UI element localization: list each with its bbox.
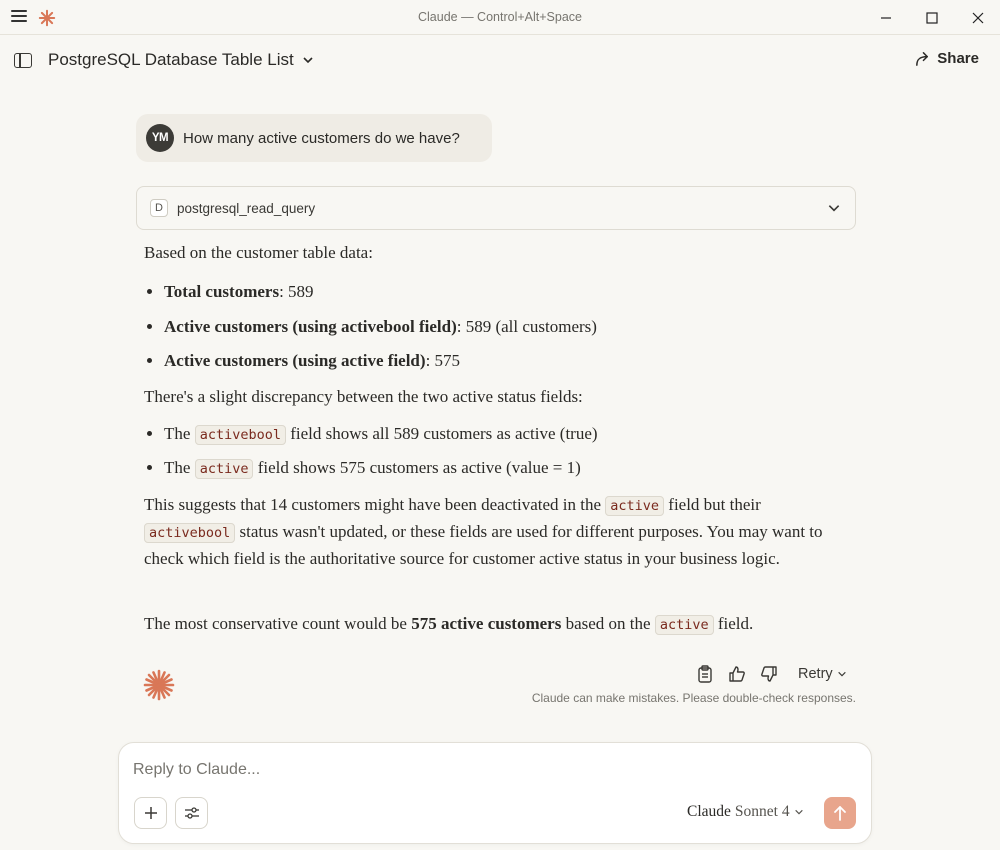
tool-call-panel[interactable]: D postgresql_read_query	[136, 186, 856, 230]
title-bar: Claude — Control+Alt+Space	[0, 0, 1000, 35]
list-item: Total customers: 589	[164, 279, 597, 314]
user-message: YM How many active customers do we have?	[136, 114, 492, 162]
list-item: The active field shows 575 customers as …	[164, 455, 598, 489]
sliders-icon	[184, 807, 199, 819]
reply-input[interactable]	[133, 761, 853, 779]
tools-button[interactable]	[175, 797, 208, 829]
chevron-down-icon	[828, 205, 840, 212]
inline-code: activebool	[144, 523, 236, 543]
model-version: Sonnet 4	[734, 803, 790, 820]
stats-list: Total customers: 589 Active customers (u…	[144, 279, 597, 383]
send-button[interactable]	[824, 797, 856, 829]
chevron-down-icon	[837, 671, 846, 677]
conclusion-paragraph: The most conservative count would be 575…	[144, 614, 754, 635]
list-item: Active customers (using active field): 5…	[164, 348, 597, 383]
sidebar-toggle-icon[interactable]	[14, 53, 32, 68]
inline-code: active	[194, 459, 254, 479]
model-name: Claude	[687, 803, 731, 820]
list-item: The activebool field shows all 589 custo…	[164, 421, 598, 455]
retry-button[interactable]: Retry	[798, 666, 847, 682]
chevron-down-icon	[794, 809, 803, 815]
tool-badge: D	[150, 199, 168, 217]
message-actions: Retry	[696, 664, 847, 684]
thumbs-down-icon[interactable]	[760, 664, 778, 684]
avatar: YM	[146, 124, 174, 152]
suggestion-paragraph: This suggests that 14 customers might ha…	[144, 495, 823, 568]
retry-label: Retry	[798, 666, 833, 682]
share-label: Share	[937, 50, 979, 67]
conversation-title[interactable]: PostgreSQL Database Table List	[48, 50, 314, 70]
share-button[interactable]: Share	[914, 50, 979, 67]
conversation-title-text: PostgreSQL Database Table List	[48, 50, 294, 69]
list-item: Active customers (using activebool field…	[164, 314, 597, 349]
maximize-icon[interactable]	[922, 8, 942, 28]
inline-code: active	[654, 615, 714, 635]
minimize-icon[interactable]	[876, 8, 896, 28]
conversation-header: PostgreSQL Database Table List Share	[0, 36, 1000, 86]
tool-name: postgresql_read_query	[177, 200, 316, 216]
response-intro: Based on the customer table data:	[144, 243, 373, 262]
inline-code: activebool	[194, 425, 286, 445]
thumbs-up-icon[interactable]	[728, 664, 746, 684]
copy-icon[interactable]	[696, 664, 714, 684]
field-notes-list: The activebool field shows all 589 custo…	[144, 421, 598, 489]
inline-code: active	[605, 496, 665, 516]
model-selector[interactable]: Claude Sonnet 4	[687, 803, 804, 821]
plus-icon	[144, 807, 157, 819]
composer: Claude Sonnet 4	[118, 742, 872, 844]
chevron-down-icon	[303, 57, 313, 64]
user-message-text: How many active customers do we have?	[183, 129, 460, 147]
share-icon	[916, 52, 929, 66]
discrepancy-intro: There's a slight discrepancy between the…	[144, 387, 583, 406]
disclaimer: Claude can make mistakes. Please double-…	[531, 691, 856, 705]
arrow-up-icon	[834, 806, 846, 821]
close-icon[interactable]	[968, 8, 988, 28]
add-button[interactable]	[134, 797, 167, 829]
window-title: Claude — Control+Alt+Space	[418, 10, 582, 24]
